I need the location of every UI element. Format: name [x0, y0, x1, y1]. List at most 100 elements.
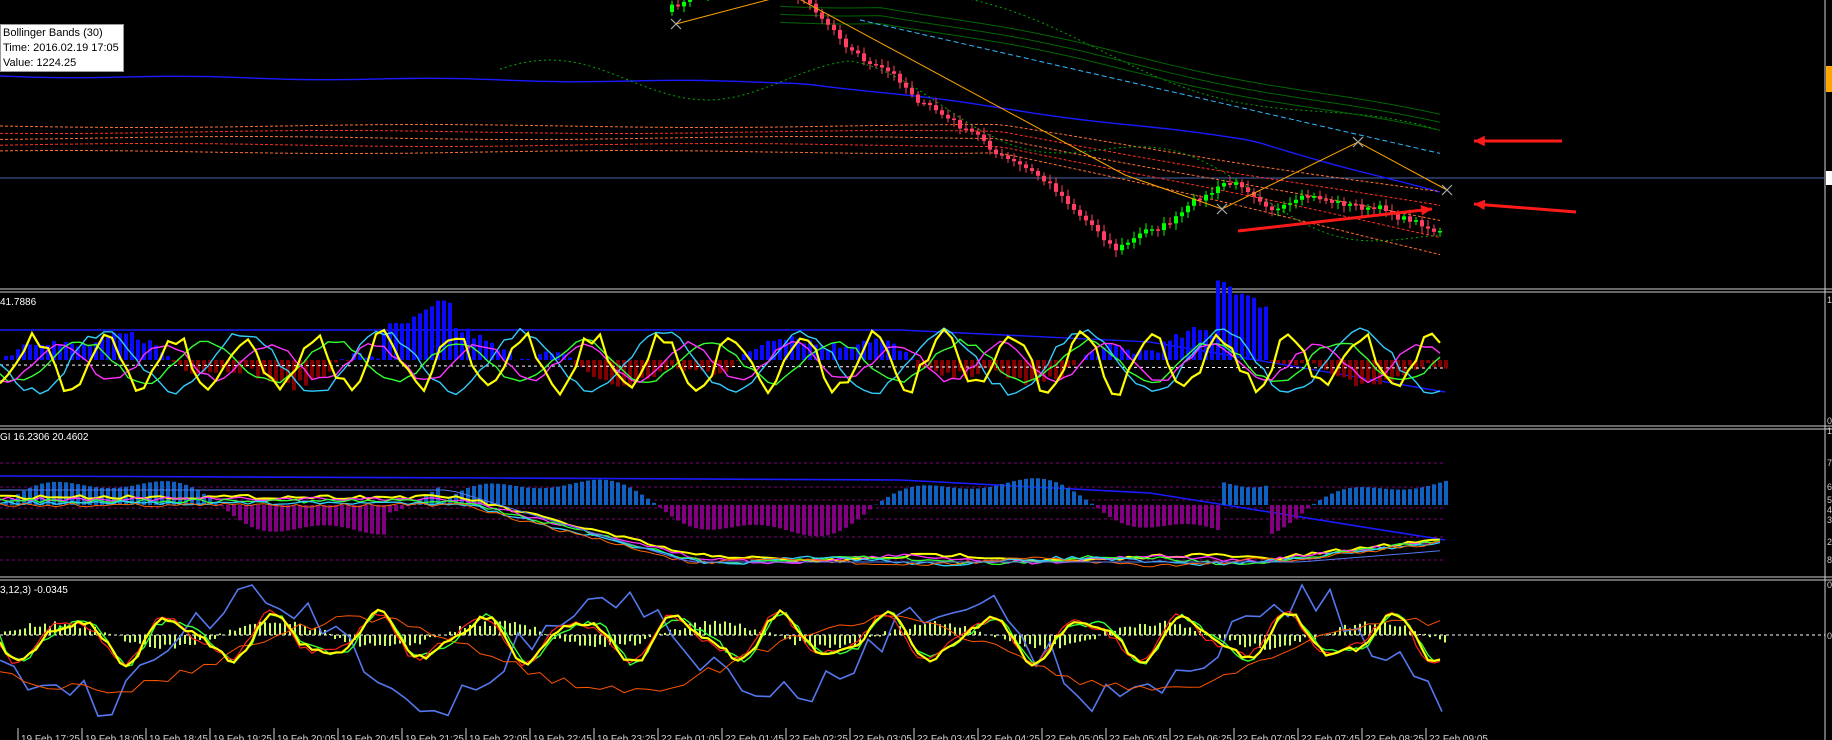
pane1-histogram-bar — [598, 360, 602, 380]
pane2-histogram-bar — [1096, 505, 1100, 509]
annotation-arrowhead — [1474, 199, 1486, 210]
pane1-histogram-bar — [376, 358, 380, 360]
pane3-histogram-bar — [944, 624, 946, 635]
pane2-histogram-bar — [916, 485, 920, 505]
pane3-histogram-bar — [1219, 635, 1221, 639]
candle-body — [1396, 213, 1400, 220]
pane3-histogram-bar — [509, 623, 511, 635]
pane2-histogram-bar — [1078, 495, 1082, 505]
pane1-histogram-bar — [1012, 360, 1016, 379]
pane3-histogram-bar — [1404, 625, 1406, 635]
candle-body — [1036, 170, 1040, 176]
price-axis-label: 7 — [1827, 458, 1832, 468]
pane2-histogram-bar — [268, 505, 272, 532]
candle-body — [1414, 220, 1418, 222]
channel-line — [779, 13, 1441, 123]
pane3-histogram-bar — [1144, 624, 1146, 635]
pane3-histogram-bar — [14, 630, 16, 635]
pane2-histogram-bar — [358, 505, 362, 532]
pane3-histogram-bar — [39, 626, 41, 635]
pane2-histogram-bar — [1354, 487, 1358, 505]
oscillator-pane-2[interactable] — [0, 462, 1448, 568]
pane1-histogram-bar — [838, 347, 842, 360]
pane1-histogram-bar — [310, 360, 314, 379]
pane3-histogram-bar — [679, 630, 681, 635]
channel-line — [779, 5, 1441, 115]
pane2-histogram-bar — [694, 505, 698, 529]
pane2-histogram-bar — [904, 488, 908, 505]
pane1-histogram-bar — [1174, 334, 1178, 360]
annotation-arrowhead — [1474, 135, 1485, 147]
pane3-histogram-bar — [1289, 635, 1291, 646]
pane2-histogram-bar — [388, 505, 392, 513]
pane3-histogram-bar — [829, 635, 831, 648]
pane2-histogram-bar — [1048, 480, 1052, 505]
pane2-histogram-bar — [1426, 485, 1430, 505]
pane2-histogram-bar — [796, 505, 800, 534]
pane2-histogram-bar — [868, 505, 872, 510]
pane2-histogram-bar — [1378, 488, 1382, 505]
pane2-histogram-bar — [142, 483, 146, 505]
oscillator-pane-1[interactable] — [0, 280, 1448, 397]
candle-body — [1060, 191, 1064, 196]
pane3-histogram-bar — [824, 635, 826, 646]
pane1-histogram-bar — [1348, 360, 1352, 380]
pane2-histogram-bar — [742, 505, 746, 526]
pane3-histogram-bar — [929, 622, 931, 635]
pane2-histogram-bar — [1402, 489, 1406, 505]
pane3-histogram-bar — [774, 635, 776, 637]
pane1-histogram-bar — [1318, 360, 1322, 368]
pane1-histogram-bar — [1150, 350, 1154, 360]
pane3-histogram-bar — [1214, 634, 1216, 635]
price-axis-label: 0 — [1827, 416, 1832, 426]
pane2-histogram-bar — [232, 505, 236, 517]
candle-body — [1240, 182, 1244, 188]
candle-body — [982, 134, 986, 141]
indicator-tooltip: Bollinger Bands (30) Time: 2016.02.19 17… — [0, 24, 124, 72]
pane3-histogram-bar — [369, 635, 371, 644]
pane1-histogram-bar — [1444, 360, 1448, 369]
pane3-histogram-bar — [879, 635, 881, 637]
pane2-histogram-bar — [1420, 487, 1424, 505]
pane3-histogram-bar — [734, 625, 736, 635]
pane3-histogram-bar — [29, 623, 31, 635]
pane1-histogram-bar — [448, 302, 452, 360]
pane2-histogram-bar — [664, 505, 668, 513]
time-label: 19 Feb 22:45 — [533, 734, 592, 740]
candle-body — [940, 110, 944, 115]
pane3-histogram-bar — [1129, 626, 1131, 635]
time-label: 22 Feb 08:25 — [1365, 734, 1424, 740]
pane3-histogram-bar — [264, 622, 266, 635]
pane2-histogram-bar — [1396, 489, 1400, 505]
pane2-histogram-bar — [472, 485, 476, 505]
candle-body — [1120, 244, 1124, 251]
candle-body — [910, 87, 914, 95]
time-label: 22 Feb 05:45 — [1109, 734, 1168, 740]
candle-body — [670, 4, 674, 12]
candle-body — [1378, 205, 1382, 209]
pane2-histogram-bar — [736, 505, 740, 527]
candle-body — [952, 118, 956, 121]
pane3-histogram-bar — [269, 623, 271, 635]
pane2-histogram-bar — [562, 485, 566, 505]
pane2-histogram-bar — [1240, 486, 1244, 505]
pane1-histogram-bar — [1168, 340, 1172, 360]
pane3-histogram-bar — [19, 629, 21, 635]
pane1-histogram-bar — [1018, 360, 1022, 378]
pane3-histogram-bar — [1384, 622, 1386, 635]
pane2-histogram-bar — [1438, 482, 1442, 505]
pane3-histogram-bar — [79, 628, 81, 635]
pane3-histogram-bar — [619, 635, 621, 644]
pane2-histogram-bar — [1312, 503, 1316, 505]
trading-chart[interactable]: 19 Feb 17:25 19 Feb 18:05 19 Feb 18:45 19 F… — [0, 0, 1832, 740]
price-axis-label: 5 — [1827, 495, 1832, 505]
candle-body — [988, 140, 992, 150]
pane1-histogram-bar — [1258, 307, 1262, 360]
pane2-histogram-bar — [1282, 505, 1286, 528]
pane2-histogram-bar — [298, 505, 302, 529]
oscillator-pane-3[interactable] — [0, 583, 1825, 717]
pane2-histogram-bar — [1210, 505, 1214, 529]
pane2-histogram-bar — [946, 486, 950, 505]
pane1-histogram-bar — [1282, 360, 1286, 364]
candle-body — [1438, 231, 1442, 233]
